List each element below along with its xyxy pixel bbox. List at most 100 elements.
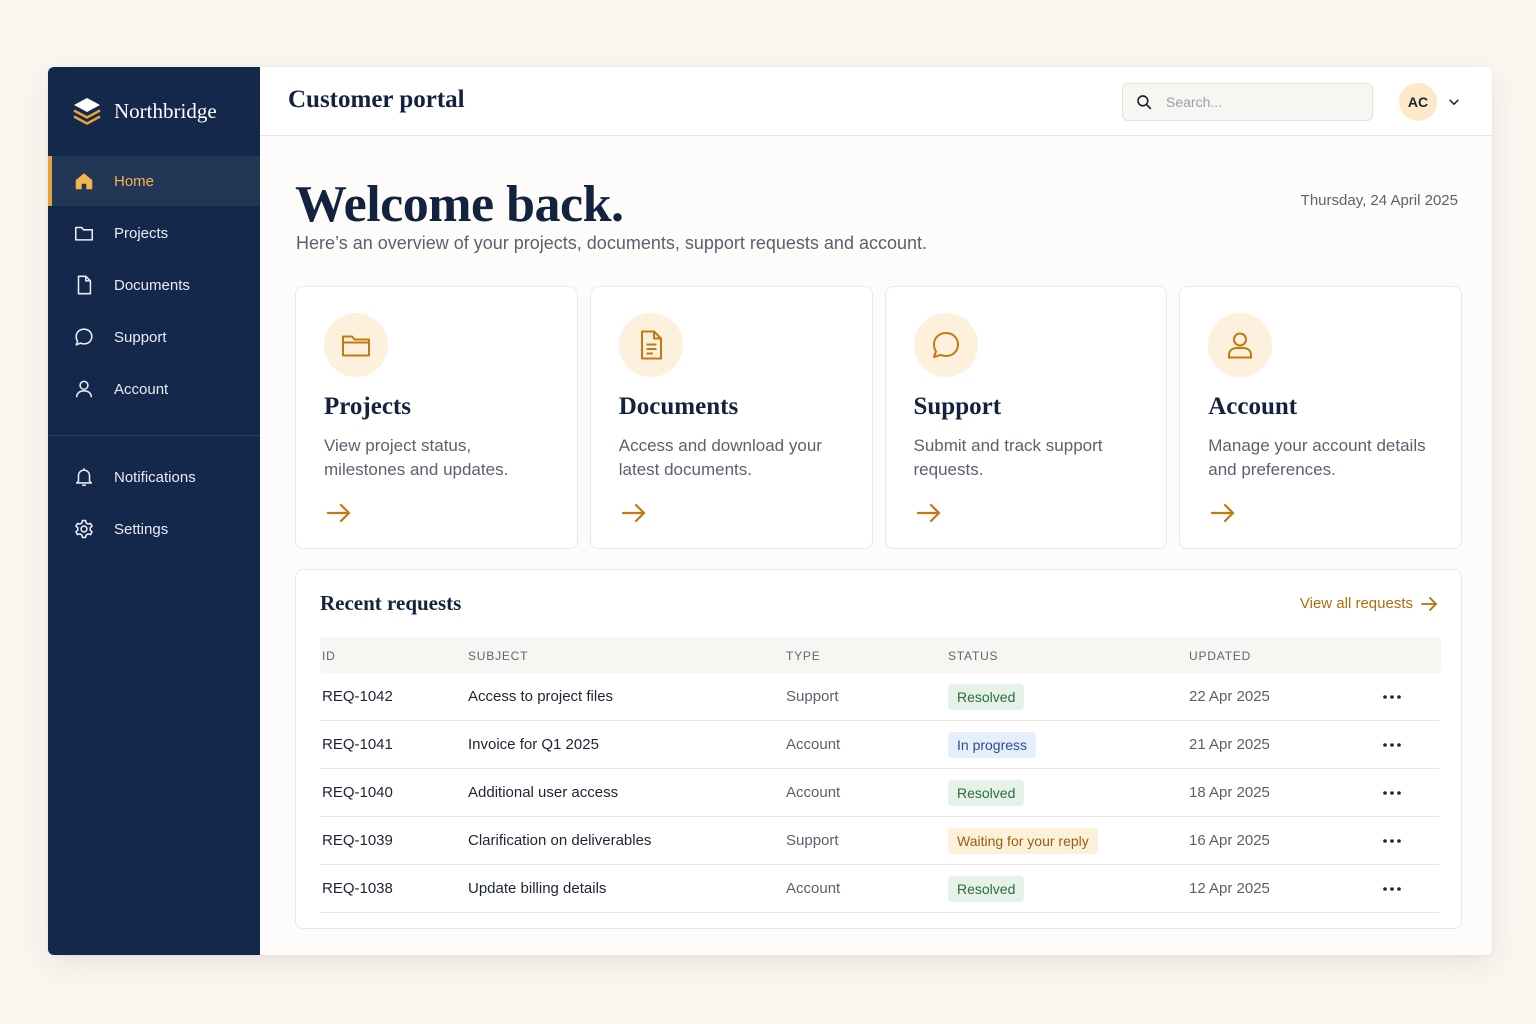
current-date: Thursday, 24 April 2025 (1300, 192, 1458, 209)
main-content: Customer portal AC Welcome back. Here’s … (260, 67, 1492, 955)
more-options-icon[interactable] (1380, 733, 1404, 757)
table-row[interactable]: REQ-1039 Clarification on deliverables S… (320, 817, 1439, 865)
column-header-status[interactable]: STATUS (948, 649, 998, 663)
sidebar-item-notifications[interactable]: Notifications (48, 452, 260, 502)
table-row[interactable]: REQ-1040 Additional user access Account … (320, 769, 1439, 817)
column-header-subject[interactable]: SUBJECT (468, 649, 528, 663)
request-updated: 21 Apr 2025 (1189, 736, 1270, 753)
table-row[interactable]: REQ-1041 Invoice for Q1 2025 Account In … (320, 721, 1439, 769)
request-subject: Additional user access (468, 784, 619, 801)
arrow-right-icon[interactable] (621, 500, 649, 526)
recent-requests-panel: Recent requests View all requests ID SUB… (295, 569, 1462, 929)
more-options-icon[interactable] (1380, 685, 1404, 709)
card-description: Submit and track support requests. (913, 436, 1103, 479)
folder-icon (324, 313, 388, 377)
sidebar-item-label: Home (114, 172, 155, 190)
table-row[interactable]: REQ-1038 Update billing details Account … (320, 865, 1439, 913)
card-documents[interactable]: Documents Access and download your lates… (589, 286, 873, 549)
request-id: REQ-1040 (322, 784, 393, 801)
sidebar-item-account[interactable]: Account (48, 364, 260, 414)
avatar[interactable]: AC (1399, 83, 1437, 121)
bell-icon (72, 465, 96, 489)
request-type: Support (786, 688, 839, 705)
document-icon (618, 313, 683, 377)
user-icon (1208, 313, 1273, 377)
table-row[interactable]: REQ-1042 Access to project files Support… (320, 673, 1439, 721)
welcome-heading: Welcome back. (295, 176, 624, 233)
sidebar-item-label: Projects (114, 224, 169, 242)
brand[interactable]: Northbridge (72, 95, 217, 127)
brand-name: Northbridge (114, 98, 217, 123)
request-updated: 12 Apr 2025 (1189, 880, 1270, 897)
request-id: REQ-1042 (322, 688, 393, 705)
welcome-subtitle: Here’s an overview of your projects, doc… (296, 233, 928, 253)
column-header-updated[interactable]: UPDATED (1189, 649, 1251, 663)
chevron-down-icon[interactable] (1446, 94, 1462, 110)
section-title: Recent requests (320, 591, 462, 615)
sidebar-item-label: Settings (114, 520, 169, 538)
search-box[interactable] (1122, 83, 1373, 121)
card-support[interactable]: Support Submit and track support request… (884, 286, 1168, 549)
layers-logo-icon (73, 98, 101, 125)
more-options-icon[interactable] (1380, 829, 1404, 853)
home-icon (72, 169, 96, 193)
card-title: Documents (618, 393, 739, 420)
view-all-label: View all requests (1299, 595, 1413, 612)
requests-table-body: REQ-1042 Access to project files Support… (320, 673, 1439, 913)
card-title: Support (913, 393, 1002, 420)
sidebar-item-home[interactable]: Home (48, 156, 260, 206)
status-badge: Waiting for your reply (948, 828, 1098, 854)
arrow-right-icon (1421, 596, 1437, 611)
request-type: Account (786, 784, 841, 801)
card-account[interactable]: Account Manage your account details and … (1179, 286, 1462, 549)
sidebar-secondary-nav: Notifications Settings (48, 452, 260, 556)
folder-icon (72, 221, 96, 245)
more-options-icon[interactable] (1380, 781, 1404, 805)
request-subject: Invoice for Q1 2025 (468, 736, 599, 753)
sidebar-item-documents[interactable]: Documents (48, 260, 260, 310)
card-title: Projects (324, 393, 411, 420)
status-badge: In progress (948, 732, 1037, 758)
gear-icon (72, 517, 96, 541)
document-icon (72, 273, 96, 297)
request-subject: Clarification on deliverables (468, 832, 652, 849)
search-icon (1137, 95, 1152, 110)
request-type: Account (786, 736, 841, 753)
request-updated: 16 Apr 2025 (1189, 832, 1270, 849)
card-description: Access and download your latest document… (618, 436, 822, 479)
request-id: REQ-1038 (322, 880, 393, 897)
table-header: ID SUBJECT TYPE STATUS UPDATED (320, 637, 1441, 673)
request-subject: Update billing details (468, 880, 607, 897)
view-all-requests-link[interactable]: View all requests (1300, 595, 1438, 612)
card-projects[interactable]: Projects View project status, milestones… (295, 286, 578, 549)
arrow-right-icon[interactable] (326, 500, 354, 526)
sidebar-item-label: Account (114, 380, 169, 398)
search-input[interactable] (1166, 94, 1356, 110)
request-type: Support (786, 832, 839, 849)
request-id: REQ-1039 (322, 832, 393, 849)
request-subject: Access to project files (468, 688, 614, 705)
app-window: Northbridge Home Projects Documents Supp… (48, 67, 1492, 955)
card-description: View project status, milestones and upda… (324, 436, 509, 479)
sidebar-item-projects[interactable]: Projects (48, 208, 260, 258)
sidebar-item-settings[interactable]: Settings (48, 504, 260, 554)
quick-links: Projects View project status, milestones… (295, 286, 1462, 549)
user-icon (72, 377, 96, 401)
request-type: Account (786, 880, 841, 897)
more-options-icon[interactable] (1380, 877, 1404, 901)
status-badge: Resolved (948, 876, 1025, 902)
card-title: Account (1208, 393, 1298, 420)
column-header-type[interactable]: TYPE (786, 649, 821, 663)
status-badge: Resolved (948, 684, 1025, 710)
sidebar-item-label: Notifications (114, 468, 196, 486)
top-bar: Customer portal AC (260, 67, 1492, 136)
request-id: REQ-1041 (322, 736, 393, 753)
request-updated: 18 Apr 2025 (1189, 784, 1270, 801)
sidebar-item-support[interactable]: Support (48, 312, 260, 362)
arrow-right-icon[interactable] (916, 500, 944, 526)
arrow-right-icon[interactable] (1210, 500, 1238, 526)
sidebar-item-label: Documents (114, 276, 190, 294)
sidebar-divider (48, 435, 260, 436)
column-header-id[interactable]: ID (322, 649, 336, 663)
page-title: Customer portal (288, 86, 465, 113)
